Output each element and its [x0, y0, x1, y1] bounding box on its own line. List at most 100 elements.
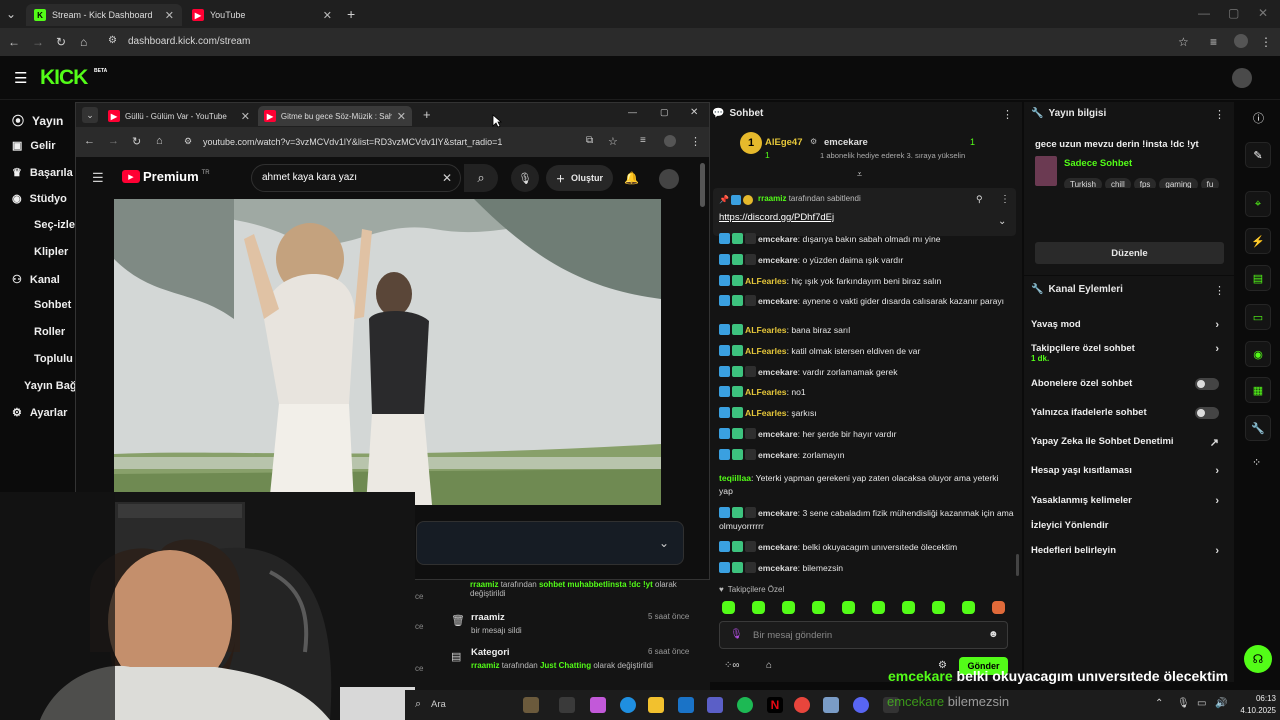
pinned-link[interactable]: https://discord.gg/PDhf7dEj — [719, 212, 834, 223]
layout-icon[interactable]: ▦ — [1245, 377, 1271, 403]
nav-item-gelir[interactable]: ▣ Gelir — [12, 139, 55, 153]
new-tab-icon[interactable]: + — [423, 107, 431, 122]
category-name[interactable]: Sadece Sohbet — [1064, 158, 1132, 169]
clipboard-icon[interactable]: ▤ — [1245, 265, 1271, 291]
nav-item-basarilar[interactable]: ♛ Başarıla — [12, 166, 73, 180]
create-button[interactable]: ＋ Oluştur — [546, 165, 614, 191]
settings-app-icon[interactable] — [823, 697, 839, 713]
info-menu-icon[interactable]: ⋮ — [1214, 108, 1225, 121]
chat-username[interactable]: ALFearles — [745, 387, 787, 397]
reload-icon[interactable]: ↻ — [56, 35, 66, 49]
chat-username[interactable]: ALFearles — [745, 346, 787, 356]
yt-search-input[interactable]: ahmet kaya kara yazı — [262, 172, 357, 183]
discord-icon[interactable] — [853, 697, 869, 713]
menu-dots-icon[interactable]: ⋮ — [1260, 35, 1272, 49]
tool-icon[interactable]: 🔧 — [1245, 415, 1271, 441]
menu-dots-icon[interactable]: ⋮ — [690, 135, 701, 148]
channel-action-row[interactable]: Yapay Zeka ile Sohbet Denetimi ↗ — [1031, 436, 1227, 449]
broadcast-signal-icon[interactable]: ◉ — [1245, 341, 1271, 367]
teams-icon[interactable] — [707, 697, 723, 713]
yt-avatar[interactable] — [659, 169, 679, 189]
support-headset-icon[interactable]: ☊ — [1244, 645, 1272, 673]
yt-address-bar[interactable]: youtube.com/watch?v=3vzMCVdv1lY&list=RD3… — [203, 137, 502, 147]
site-info-icon[interactable]: ⚙ — [108, 35, 117, 46]
user-avatar[interactable] — [1232, 68, 1252, 88]
yt-tab-gullu[interactable]: ▶ Güllü - Gülüm Var - YouTube ✕ — [102, 106, 256, 126]
new-tab-icon[interactable]: + — [347, 6, 355, 22]
nav-item-klipler[interactable]: Klipler — [34, 246, 68, 258]
close-tab-icon[interactable]: ✕ — [241, 110, 250, 123]
search-icon[interactable]: ⌕ — [415, 698, 421, 711]
window-close-icon[interactable]: ✕ — [1258, 6, 1268, 20]
tray-chevron-icon[interactable]: ⌃ — [1155, 698, 1163, 709]
nav-item-sec-izle[interactable]: Seç-izle — [34, 219, 75, 231]
channel-action-row[interactable]: Takipçilere özel sohbet 1 dk. › — [1031, 343, 1227, 363]
forward-icon[interactable]: → — [108, 135, 119, 147]
emote-icon[interactable] — [992, 601, 1005, 614]
reload-icon[interactable]: ↻ — [132, 135, 141, 148]
home-icon[interactable]: ⌂ — [80, 35, 87, 49]
mic-icon[interactable]: 🎙 — [730, 629, 743, 640]
toggle-switch[interactable] — [1195, 407, 1219, 419]
chat-username[interactable]: emcekare — [758, 429, 798, 439]
network-icon[interactable]: ▭ — [1197, 698, 1206, 709]
kick-logo[interactable]: KICK — [40, 66, 88, 90]
chat-username[interactable]: emcekare — [758, 508, 798, 518]
copilot-icon[interactable] — [590, 697, 606, 713]
channel-action-row[interactable]: Hedefleri belirleyin › — [1031, 545, 1227, 557]
chat-input[interactable]: Bir mesaj gönderin — [753, 630, 832, 641]
video-player[interactable] — [114, 199, 661, 505]
bookmark-star-icon[interactable]: ☆ — [608, 135, 618, 148]
close-tab-icon[interactable]: ✕ — [397, 110, 406, 123]
emote-icon[interactable] — [782, 601, 795, 614]
file-explorer-icon[interactable] — [648, 697, 664, 713]
window-close-icon[interactable]: ✕ — [690, 107, 698, 118]
chat-username[interactable]: emcekare — [758, 542, 798, 552]
clear-search-icon[interactable]: ✕ — [442, 171, 452, 185]
chat-username[interactable]: ALFearles — [745, 408, 787, 418]
mic-tray-icon[interactable]: 🎙 — [1177, 698, 1190, 709]
channel-action-row[interactable]: İzleyici Yönlendir — [1031, 520, 1227, 531]
task-view-icon[interactable] — [559, 697, 575, 713]
address-bar[interactable]: dashboard.kick.com/stream — [128, 36, 250, 47]
chevron-down-icon[interactable]: ⌄ — [659, 536, 669, 550]
channel-action-row[interactable]: Hesap yaşı kısıtlaması › — [1031, 465, 1227, 477]
chat-username[interactable]: emcekare — [758, 367, 798, 377]
close-tab-icon[interactable]: ✕ — [323, 9, 332, 22]
nav-item-kanal[interactable]: ⚇ Kanal — [12, 273, 60, 287]
browser-tab-youtube[interactable]: ▶ YouTube ✕ — [184, 4, 340, 26]
guide-menu-icon[interactable]: ☰ — [92, 170, 104, 186]
more-dots-icon[interactable]: ⁘ — [1252, 456, 1261, 469]
chat-username[interactable]: emcekare — [758, 450, 798, 460]
emote-icon[interactable] — [812, 601, 825, 614]
notifications-bell-icon[interactable]: 🔔 — [624, 171, 639, 185]
voice-search-icon[interactable]: 🎙 — [511, 164, 539, 192]
description-panel[interactable]: ⌄ — [416, 521, 684, 565]
clock-date[interactable]: 4.10.2025 — [1236, 706, 1276, 715]
minimize-icon[interactable]: — — [1198, 6, 1210, 20]
volume-icon[interactable]: 🔊 — [1215, 698, 1227, 709]
nav-item-sohbet[interactable]: Sohbet — [34, 299, 71, 311]
pinned-menu-icon[interactable]: ⋮ — [1000, 194, 1010, 205]
search-button-icon[interactable]: ⌕ — [464, 164, 498, 192]
info-icon[interactable]: ⓘ — [1253, 110, 1264, 126]
chat-input-box[interactable]: 🎙 Bir mesaj gönderin ☻ — [719, 621, 1008, 649]
yt-tab-gitme[interactable]: ▶ Gitme bu gece Söz-Müzik : Sah ✕ — [258, 106, 412, 126]
chat-username[interactable]: ALFearles — [745, 276, 787, 286]
home-icon[interactable]: ⌂ — [156, 135, 163, 147]
store-icon[interactable]: ⌂ — [766, 660, 772, 671]
nav-item-roller[interactable]: Roller — [34, 326, 65, 338]
top-gifter-name[interactable]: AlEge47 — [765, 137, 803, 148]
widget-icon[interactable] — [523, 697, 539, 713]
emote-icon[interactable] — [932, 601, 945, 614]
quick-emote-icon[interactable]: ⁘∞ — [724, 660, 740, 671]
media-icon[interactable]: ≡ — [1210, 35, 1217, 49]
actions-menu-icon[interactable]: ⋮ — [1214, 284, 1225, 297]
maximize-icon[interactable]: ▢ — [660, 107, 669, 118]
edit-button[interactable]: Düzenle — [1035, 242, 1224, 264]
toggle-switch[interactable] — [1195, 378, 1219, 390]
forward-icon[interactable]: → — [32, 35, 44, 49]
emoji-icon[interactable]: ☻ — [988, 629, 999, 640]
emote-icon[interactable] — [872, 601, 885, 614]
clock-time[interactable]: 06:13 — [1236, 694, 1276, 703]
